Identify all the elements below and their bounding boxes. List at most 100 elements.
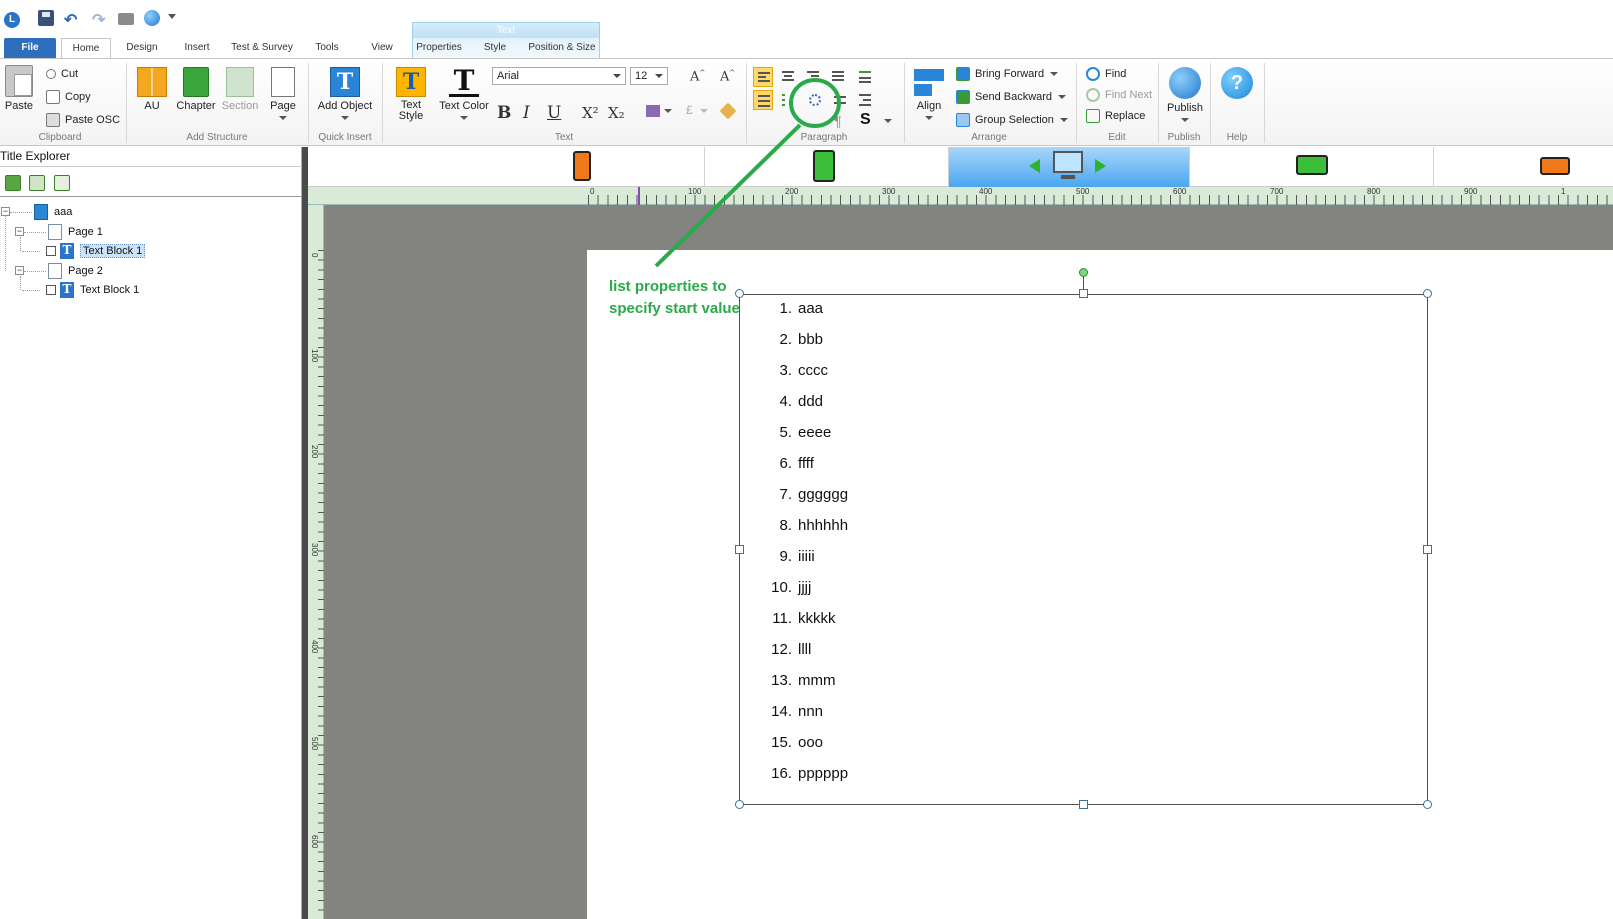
line-spacing-button[interactable] <box>855 67 875 87</box>
list-item[interactable]: 8. hhhhhh <box>768 517 848 537</box>
find-button[interactable]: Find <box>1086 65 1126 83</box>
highlight-icon[interactable] <box>646 105 660 117</box>
device-phone-landscape[interactable] <box>1434 147 1613 187</box>
align-button[interactable]: Align <box>912 67 946 124</box>
print-icon[interactable] <box>118 10 136 28</box>
currency-icon[interactable]: £ <box>686 103 693 117</box>
add-item-icon[interactable] <box>29 175 45 191</box>
style-s-icon[interactable]: S <box>860 111 871 129</box>
tab-position-size[interactable]: Position & Size <box>524 38 600 58</box>
group-selection-button[interactable]: Group Selection <box>956 111 1068 129</box>
text-color-button[interactable]: T Text Color <box>438 67 490 124</box>
add-section-button[interactable]: Section <box>220 67 260 112</box>
send-backward-button[interactable]: Send Backward <box>956 88 1067 106</box>
align-left-button[interactable] <box>753 67 773 87</box>
subscript-button[interactable]: X₂ <box>608 104 625 122</box>
resize-handle-right[interactable] <box>1423 545 1432 554</box>
list-properties-button[interactable] <box>805 90 825 110</box>
list-item[interactable]: 3. cccc <box>768 362 828 382</box>
bring-forward-button[interactable]: Bring Forward <box>956 65 1059 83</box>
expand-toggle-icon[interactable]: − <box>1 207 10 216</box>
add-chapter-button[interactable]: Chapter <box>176 67 216 112</box>
find-next-button[interactable]: Find Next <box>1086 86 1152 104</box>
align-center-button[interactable] <box>778 67 798 87</box>
text-block[interactable] <box>739 294 1428 805</box>
list-item[interactable]: 13. mmm <box>768 672 835 692</box>
add-title-icon[interactable] <box>5 175 21 191</box>
tree-item-title[interactable]: aaa <box>34 203 72 221</box>
add-page-button[interactable]: Page <box>266 67 300 124</box>
add-page-icon[interactable] <box>54 175 70 191</box>
align-right-button[interactable] <box>803 67 823 87</box>
rotate-handle[interactable] <box>1079 268 1088 277</box>
list-item[interactable]: 11. kkkkk <box>768 610 835 630</box>
tab-test-survey[interactable]: Test & Survey <box>226 38 298 58</box>
list-item[interactable]: 4. ddd <box>768 393 823 413</box>
decrease-indent-button[interactable] <box>830 90 850 110</box>
bold-button[interactable]: B <box>497 103 511 123</box>
paste-button[interactable]: Paste <box>2 65 36 112</box>
arrow-right-icon[interactable] <box>1095 159 1106 173</box>
device-phone-portrait[interactable] <box>308 147 705 187</box>
list-item[interactable]: 16. pppppp <box>768 765 848 785</box>
resize-handle-top-right[interactable] <box>1423 289 1432 298</box>
shrink-font-icon[interactable]: A^ <box>720 69 735 84</box>
list-item[interactable]: 6. ffff <box>768 455 813 475</box>
redo-icon[interactable]: ↷ <box>92 10 110 29</box>
expand-toggle-icon[interactable]: − <box>15 227 24 236</box>
list-item[interactable]: 10. jjjj <box>768 579 811 599</box>
publish-button[interactable]: Publish <box>1164 67 1206 126</box>
list-item[interactable]: 2. bbb <box>768 331 823 351</box>
copy-button[interactable]: Copy <box>46 88 91 106</box>
tab-style[interactable]: Style <box>476 38 514 58</box>
font-size-select[interactable]: 12 <box>630 67 668 85</box>
tab-design[interactable]: Design <box>118 38 166 58</box>
arrow-left-icon[interactable] <box>1029 159 1040 173</box>
publish-globe-icon[interactable] <box>144 10 160 26</box>
tree-item-text-block[interactable]: T Text Block 1 <box>46 281 139 299</box>
device-desktop[interactable] <box>949 147 1190 187</box>
resize-handle-bottom[interactable] <box>1079 800 1088 809</box>
save-icon[interactable] <box>38 10 56 28</box>
tab-view[interactable]: View <box>362 38 402 58</box>
justify-button[interactable] <box>828 67 848 87</box>
italic-button[interactable]: I <box>523 103 530 123</box>
currency-dropdown-icon[interactable] <box>700 109 708 113</box>
undo-icon[interactable]: ↶ <box>64 10 82 29</box>
tree-item-text-block[interactable]: T Text Block 1 <box>46 242 146 260</box>
tab-tools[interactable]: Tools <box>306 38 348 58</box>
font-family-select[interactable]: Arial <box>492 67 626 85</box>
add-object-button[interactable]: T Add Object <box>316 67 374 124</box>
numbered-list-button[interactable] <box>753 90 773 110</box>
format-painter-icon[interactable] <box>719 102 737 120</box>
increase-indent-button[interactable] <box>855 90 875 110</box>
device-tablet-portrait[interactable] <box>705 147 949 187</box>
customize-dropdown-icon[interactable] <box>168 14 176 19</box>
help-button[interactable]: ? <box>1220 67 1254 102</box>
paragraph-dropdown-icon[interactable] <box>884 119 892 123</box>
replace-button[interactable]: Replace <box>1086 107 1145 125</box>
resize-handle-bottom-right[interactable] <box>1423 800 1432 809</box>
tree-item-page-1[interactable]: Page 1 <box>48 223 103 241</box>
paste-osc-button[interactable]: Paste OSC <box>46 111 120 129</box>
add-au-button[interactable]: AU <box>134 67 170 112</box>
paragraph-mark-icon[interactable]: ¶ <box>834 113 842 129</box>
tab-properties[interactable]: Properties <box>412 38 466 58</box>
superscript-button[interactable]: X² <box>582 104 599 122</box>
tree-item-page-2[interactable]: Page 2 <box>48 262 103 280</box>
list-item[interactable]: 14. nnn <box>768 703 823 723</box>
list-item[interactable]: 9. iiiii <box>768 548 814 568</box>
resize-handle-top[interactable] <box>1079 289 1088 298</box>
bullet-list-button[interactable] <box>778 90 798 110</box>
list-item[interactable]: 7. gggggg <box>768 486 848 506</box>
tab-home[interactable]: Home <box>61 38 111 58</box>
highlight-dropdown-icon[interactable] <box>664 109 672 113</box>
expand-toggle-icon[interactable]: − <box>15 266 24 275</box>
list-item[interactable]: 12. llll <box>768 641 811 661</box>
tab-file[interactable]: File <box>4 38 56 58</box>
resize-handle-left[interactable] <box>735 545 744 554</box>
list-item[interactable]: 1. aaa <box>768 300 823 320</box>
app-logo-icon[interactable]: L <box>4 12 20 28</box>
underline-button[interactable]: U <box>547 103 561 123</box>
cut-button[interactable]: Cut <box>46 65 78 83</box>
